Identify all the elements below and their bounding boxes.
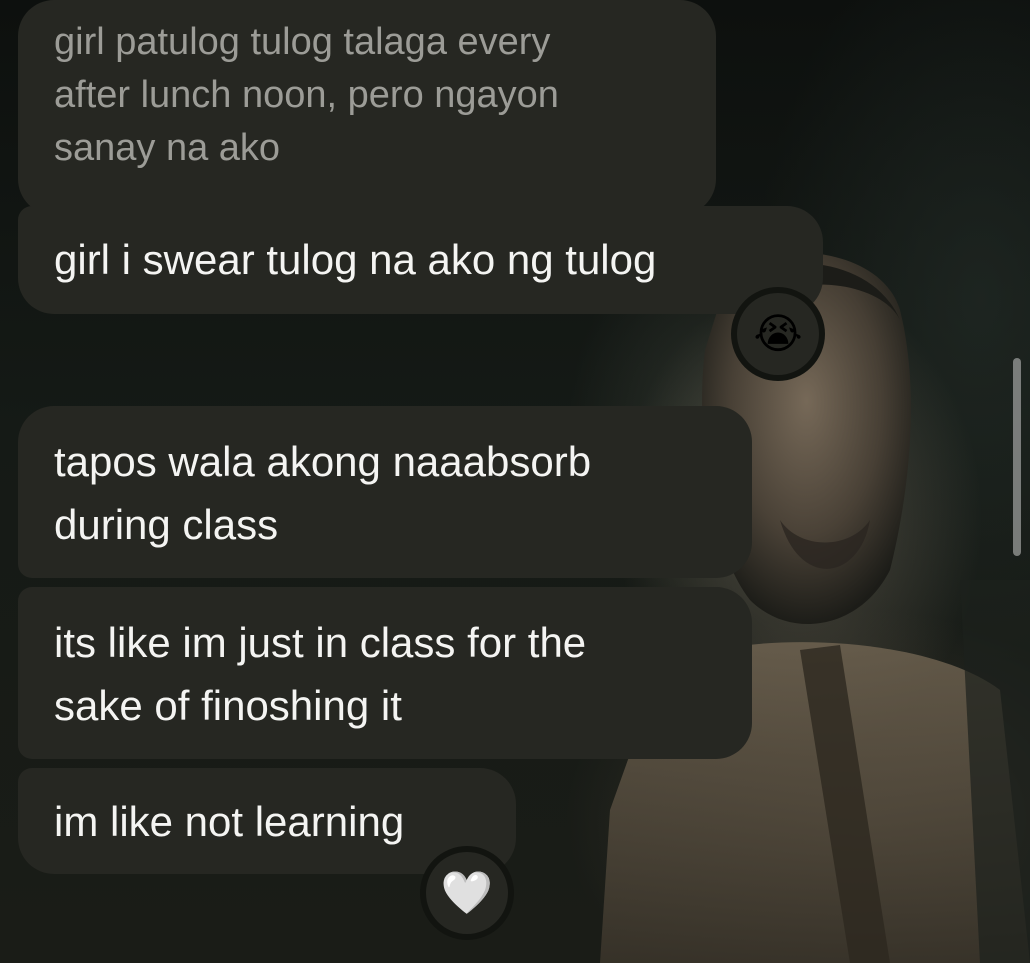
message-bubble-3[interactable]: tapos wala akong naaabsorb during class: [18, 406, 752, 578]
message-line: during class: [54, 501, 279, 548]
loudly-crying-face-icon[interactable]: 😭: [737, 293, 819, 375]
reaction-emoji: 🤍: [440, 868, 494, 917]
message-bubble-2[interactable]: girl i swear tulog na ako ng tulog: [18, 206, 823, 314]
white-heart-icon[interactable]: 🤍: [426, 852, 508, 934]
message-bubble-5[interactable]: im like not learning: [18, 768, 516, 874]
message-line: tapos wala akong naaabsorb: [54, 438, 592, 485]
message-line: sake of finoshing it: [54, 682, 402, 729]
scrollbar[interactable]: [1013, 358, 1021, 556]
message-bubble-1[interactable]: girl patulog tulog talaga every after lu…: [18, 0, 716, 215]
chat-screen: girl patulog tulog talaga every after lu…: [0, 0, 1030, 963]
message-line: im like not learning: [54, 798, 405, 845]
reaction-emoji: 😭: [753, 309, 803, 358]
message-bubble-4[interactable]: its like im just in class for the sake o…: [18, 587, 752, 759]
message-line: girl patulog tulog talaga every: [54, 21, 551, 63]
message-line: sanay na ako: [54, 127, 281, 169]
message-line: after lunch noon, pero ngayon: [54, 74, 559, 116]
message-line: girl i swear tulog na ako ng tulog: [54, 236, 657, 283]
message-line: its like im just in class for the: [54, 619, 587, 666]
